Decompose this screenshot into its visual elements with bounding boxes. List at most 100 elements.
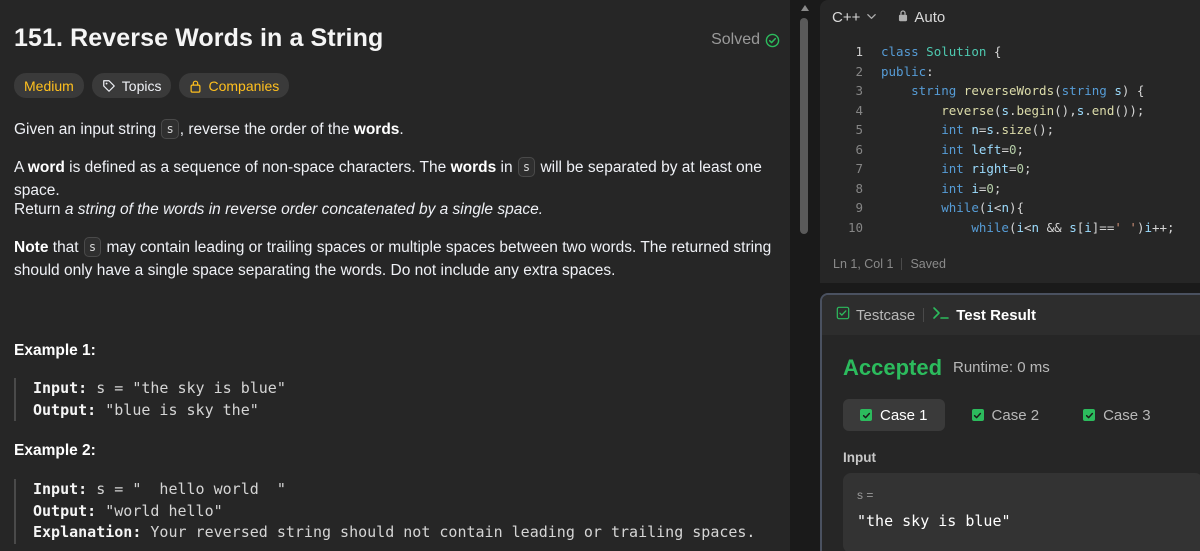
language-select[interactable]: C++ — [832, 9, 877, 26]
topics-button[interactable]: Topics — [91, 73, 172, 98]
variable-value: "the sky is blue" — [857, 512, 1011, 530]
panel-divider-horizontal[interactable] — [820, 283, 1200, 293]
bold-text: words — [450, 159, 497, 176]
input-label: Input: — [33, 379, 88, 397]
code-area[interactable]: 1 class Solution {2 public: 3 string revers… — [820, 42, 1200, 237]
code-token: : — [926, 63, 934, 79]
example-2-title: Example 2: — [14, 442, 96, 459]
input-label: Input: — [33, 480, 88, 498]
companies-button[interactable]: Companies — [179, 73, 290, 98]
code-token: reverseWords — [963, 83, 1055, 98]
code-token: int — [941, 141, 964, 157]
code-token: ; — [1024, 161, 1032, 176]
code-token: right — [971, 161, 1009, 176]
code-token: 0 — [1008, 141, 1017, 157]
code-line[interactable]: 5 int n=s.size(); — [820, 120, 1200, 140]
bold-text: words — [353, 121, 400, 138]
output-label: Output: — [33, 501, 97, 520]
lock-icon — [189, 79, 202, 93]
difficulty-badge: Medium — [14, 73, 84, 98]
text: Return — [14, 201, 65, 218]
tag-icon — [102, 79, 116, 93]
line-number: 2 — [855, 63, 863, 79]
auto-mode[interactable]: Auto — [897, 9, 945, 26]
line-number: 8 — [855, 180, 863, 196]
case-label: Case 1 — [880, 406, 928, 424]
code-line[interactable]: 4 reverse(s.begin(),s.end()); — [820, 101, 1200, 121]
scroll-up-arrow-icon[interactable] — [801, 5, 809, 11]
code-token: s — [1001, 102, 1009, 118]
code-token: int — [941, 161, 964, 176]
code-text: string reverseWords(string s) { — [863, 81, 1144, 101]
example-1-block: Input: s = "the sky is blue" Output: "blu… — [14, 378, 286, 421]
code-text: reverse(s.begin(),s.end()); — [863, 101, 1144, 121]
text: in — [496, 159, 517, 176]
code-line[interactable]: 3 string reverseWords(string s) { — [820, 81, 1200, 101]
case-tab-2[interactable]: Case 2 — [955, 399, 1057, 431]
description-paragraph-1: Given an input string s, reverse the ord… — [14, 118, 784, 141]
output-value: "blue is sky the" — [105, 400, 259, 419]
code-token: public — [881, 63, 927, 79]
result-tab-bar: Testcase Test Result — [822, 295, 1200, 335]
code-line[interactable]: 7 int right=0; — [820, 159, 1200, 179]
code-token: ; — [1016, 141, 1025, 157]
code-token: while — [941, 200, 979, 215]
tab-test-result[interactable]: Test Result — [932, 306, 1036, 324]
line-number: 5 — [855, 122, 863, 137]
tab-testcase[interactable]: Testcase — [836, 306, 915, 324]
topics-label: Topics — [121, 77, 162, 94]
code-line[interactable]: 10 while(i<n && s[i]==' ')i++; — [820, 218, 1200, 238]
code-token: class — [881, 44, 919, 59]
code-text: public: — [863, 62, 934, 82]
cursor-position: Ln 1, Col 1 — [833, 257, 894, 271]
code-text: int right=0; — [863, 159, 1032, 179]
example-line: Output: "world hello" — [33, 501, 755, 523]
explanation-label: Explanation: — [33, 523, 142, 541]
input-value: s = " hello world " — [96, 480, 286, 498]
code-text: class Solution { — [863, 42, 1001, 62]
line-number: 10 — [847, 219, 863, 235]
code-line[interactable]: 1 class Solution { — [820, 42, 1200, 62]
inline-code: s — [161, 119, 179, 139]
code-token: < — [1024, 219, 1032, 235]
tag-row: Medium Topics Companies — [14, 73, 290, 98]
line-number: 1 — [855, 44, 863, 59]
code-text: int left=0; — [863, 140, 1024, 160]
scrollbar-thumb[interactable] — [800, 18, 808, 234]
code-token: s — [986, 122, 994, 137]
check-circle-icon — [765, 33, 780, 48]
code-token: n — [1001, 200, 1009, 215]
description-paragraph-4: Note that s may contain leading or trail… — [14, 236, 784, 282]
case-tabs: Case 1 Case 2 Case 3 — [843, 399, 1178, 431]
save-status: Saved — [910, 257, 946, 271]
code-text: int n=s.size(); — [863, 120, 1054, 140]
text: that — [48, 239, 83, 256]
case-tab-1[interactable]: Case 1 — [843, 399, 945, 431]
code-line[interactable]: 8 int i=0; — [820, 179, 1200, 199]
code-token: ) { — [1121, 83, 1145, 98]
variable-name: s = — [857, 488, 874, 502]
output-label: Output: — [33, 400, 97, 419]
text: . — [399, 121, 404, 138]
code-line[interactable]: 2 public: — [820, 62, 1200, 82]
divider — [901, 258, 903, 270]
code-token: (); — [1031, 122, 1055, 137]
panel-divider-vertical[interactable] — [812, 0, 820, 551]
case-label: Case 2 — [991, 406, 1040, 424]
code-token: while — [971, 219, 1009, 235]
code-token: i — [986, 200, 994, 215]
code-token: ; — [993, 180, 1002, 196]
case-tab-3[interactable]: Case 3 — [1066, 399, 1168, 431]
code-line[interactable]: 9 while(i<n){ — [820, 198, 1200, 218]
code-token: n — [1031, 219, 1040, 235]
code-token: Solution — [926, 44, 987, 59]
code-line[interactable]: 6 int left=0; — [820, 140, 1200, 160]
divider — [923, 308, 925, 322]
description-scrollbar[interactable] — [799, 0, 811, 551]
line-number: 7 — [855, 161, 863, 176]
